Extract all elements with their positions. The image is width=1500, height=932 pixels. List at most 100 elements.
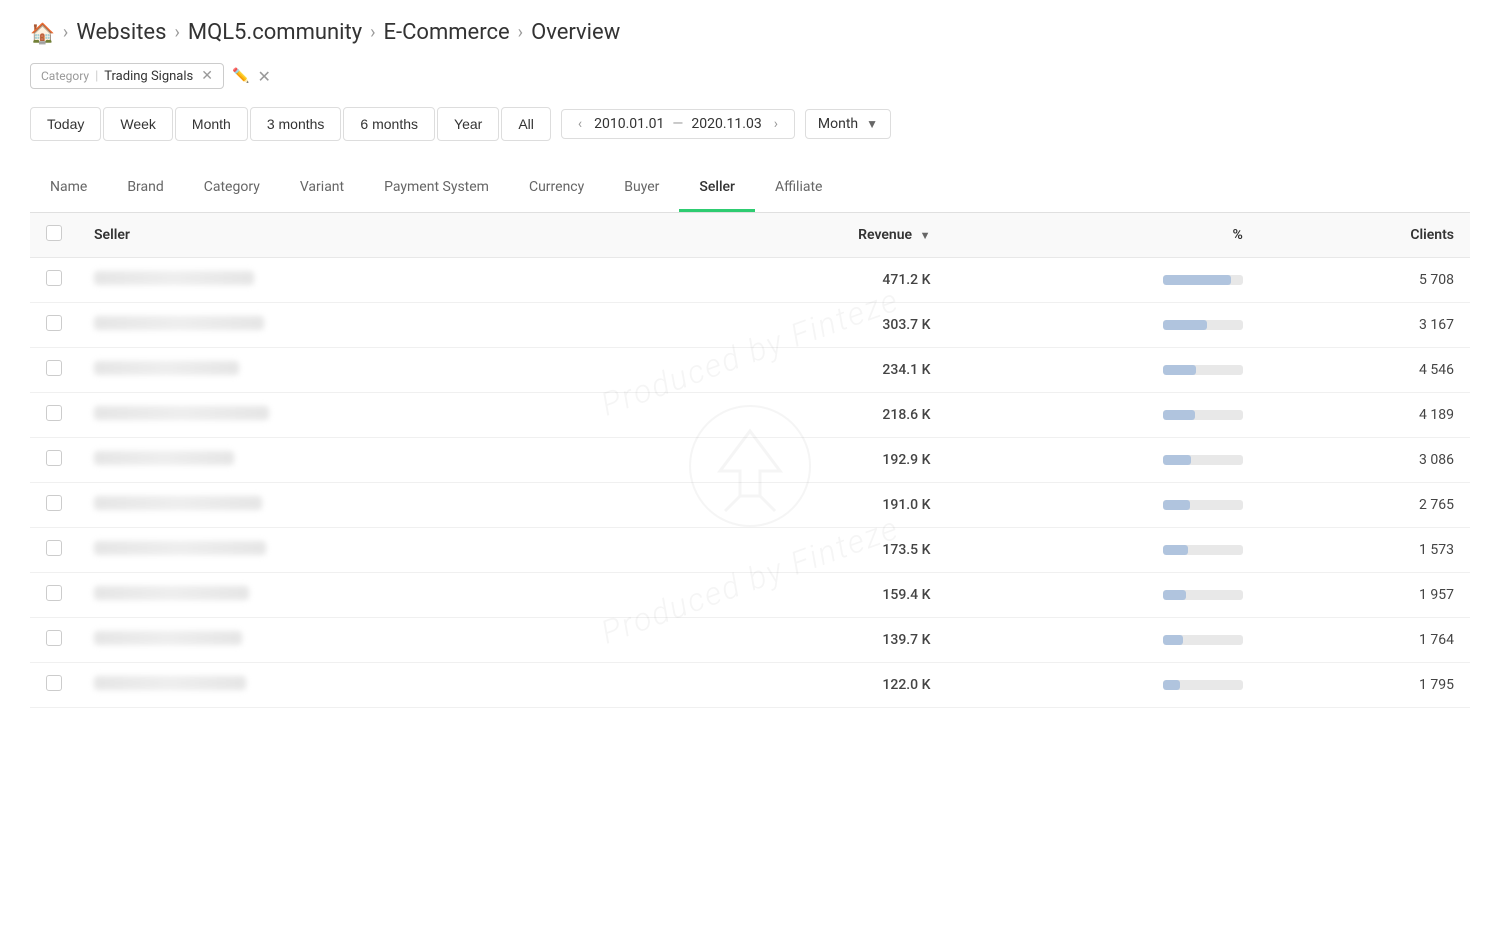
row-seller	[78, 438, 655, 483]
tab-variant[interactable]: Variant	[280, 165, 364, 212]
row-clients: 3 167	[1259, 303, 1470, 348]
seller-name-blurred	[94, 451, 234, 465]
row-clients: 1 573	[1259, 528, 1470, 573]
filter-tag-close-icon[interactable]: ✕	[201, 68, 213, 84]
row-checkbox[interactable]	[46, 270, 62, 286]
row-checkbox[interactable]	[46, 315, 62, 331]
row-checkbox-cell[interactable]	[30, 528, 78, 573]
breadcrumb-websites[interactable]: Websites	[76, 20, 166, 45]
row-revenue: 159.4 K	[655, 573, 946, 618]
row-checkbox-cell[interactable]	[30, 663, 78, 708]
row-percent	[946, 618, 1258, 663]
period-bar: Today Week Month 3 months 6 months Year …	[30, 107, 1470, 141]
period-btn-today[interactable]: Today	[30, 107, 101, 141]
period-btn-all[interactable]: All	[501, 107, 551, 141]
table-row: 218.6 K4 189	[30, 393, 1470, 438]
row-percent	[946, 438, 1258, 483]
header-checkbox[interactable]	[46, 225, 62, 241]
row-percent	[946, 483, 1258, 528]
header-checkbox-cell[interactable]	[30, 213, 78, 258]
header-revenue[interactable]: Revenue ▼	[655, 213, 946, 258]
period-btn-week[interactable]: Week	[103, 107, 173, 141]
row-checkbox-cell[interactable]	[30, 348, 78, 393]
tab-name[interactable]: Name	[30, 165, 107, 212]
period-btn-month[interactable]: Month	[175, 107, 248, 141]
seller-name-blurred	[94, 316, 264, 330]
seller-name-blurred	[94, 676, 246, 690]
row-checkbox[interactable]	[46, 405, 62, 421]
row-revenue: 139.7 K	[655, 618, 946, 663]
row-clients: 5 708	[1259, 258, 1470, 303]
row-seller	[78, 348, 655, 393]
row-revenue: 471.2 K	[655, 258, 946, 303]
row-percent	[946, 303, 1258, 348]
table-row: 303.7 K3 167	[30, 303, 1470, 348]
date-prev-icon[interactable]: ‹	[574, 116, 586, 132]
filter-clear-icon[interactable]: ✕	[257, 67, 270, 86]
row-checkbox-cell[interactable]	[30, 393, 78, 438]
row-clients: 3 086	[1259, 438, 1470, 483]
row-clients: 2 765	[1259, 483, 1470, 528]
header-percent: %	[946, 213, 1258, 258]
table-header: Seller Revenue ▼ % Clients	[30, 213, 1470, 258]
filter-edit-icon[interactable]: ✏️	[232, 68, 249, 84]
row-checkbox[interactable]	[46, 585, 62, 601]
row-checkbox-cell[interactable]	[30, 483, 78, 528]
header-seller: Seller	[78, 213, 655, 258]
period-btn-3months[interactable]: 3 months	[250, 107, 342, 141]
tab-buyer[interactable]: Buyer	[604, 165, 679, 212]
seller-name-blurred	[94, 541, 266, 555]
date-next-icon[interactable]: ›	[770, 116, 782, 132]
filter-tag-value: Trading Signals	[104, 69, 193, 84]
date-from: 2010.01.01	[594, 116, 664, 132]
tab-seller[interactable]: Seller	[679, 165, 755, 212]
row-percent	[946, 528, 1258, 573]
filter-tag-separator: |	[95, 69, 98, 84]
table-row: 173.5 K 1 573	[30, 528, 1470, 573]
groupby-arrow-icon: ▼	[866, 117, 878, 131]
row-checkbox[interactable]	[46, 450, 62, 466]
row-checkbox[interactable]	[46, 675, 62, 691]
row-checkbox[interactable]	[46, 495, 62, 511]
row-revenue: 234.1 K	[655, 348, 946, 393]
tab-payment-system[interactable]: Payment System	[364, 165, 509, 212]
row-clients: 1 795	[1259, 663, 1470, 708]
tab-category[interactable]: Category	[184, 165, 280, 212]
row-percent	[946, 258, 1258, 303]
seller-name-blurred	[94, 361, 239, 375]
row-percent	[946, 348, 1258, 393]
period-btn-6months[interactable]: 6 months	[343, 107, 435, 141]
row-checkbox[interactable]	[46, 360, 62, 376]
tab-brand[interactable]: Brand	[107, 165, 183, 212]
table-row: 139.7 K 1 764	[30, 618, 1470, 663]
row-checkbox-cell[interactable]	[30, 618, 78, 663]
tab-currency[interactable]: Currency	[509, 165, 604, 212]
row-percent	[946, 393, 1258, 438]
row-checkbox-cell[interactable]	[30, 573, 78, 618]
filter-tag-category[interactable]: Category | Trading Signals ✕	[30, 63, 224, 89]
seller-name-blurred	[94, 586, 249, 600]
breadcrumb-mql5[interactable]: MQL5.community	[188, 20, 362, 45]
breadcrumb-ecommerce[interactable]: E-Commerce	[384, 20, 510, 45]
row-checkbox[interactable]	[46, 540, 62, 556]
row-seller	[78, 528, 655, 573]
row-seller	[78, 483, 655, 528]
row-revenue: 173.5 K	[655, 528, 946, 573]
seller-name-blurred	[94, 496, 262, 510]
row-checkbox-cell[interactable]	[30, 303, 78, 348]
seller-name-blurred	[94, 406, 269, 420]
row-checkbox-cell[interactable]	[30, 438, 78, 483]
table-row: 234.1 K4 546	[30, 348, 1470, 393]
tab-affiliate[interactable]: Affiliate	[755, 165, 843, 212]
row-checkbox[interactable]	[46, 630, 62, 646]
table-container: Seller Revenue ▼ % Clients 471.2 K5 7083…	[30, 213, 1470, 708]
home-icon[interactable]: 🏠	[30, 21, 55, 45]
filter-tag-label: Category	[41, 69, 89, 83]
period-btn-year[interactable]: Year	[437, 107, 499, 141]
seller-name-blurred	[94, 631, 242, 645]
row-checkbox-cell[interactable]	[30, 258, 78, 303]
groupby-select[interactable]: Month ▼	[805, 109, 891, 139]
row-clients: 1 764	[1259, 618, 1470, 663]
groupby-label: Month	[818, 116, 858, 132]
table-row: 471.2 K 5 708	[30, 258, 1470, 303]
